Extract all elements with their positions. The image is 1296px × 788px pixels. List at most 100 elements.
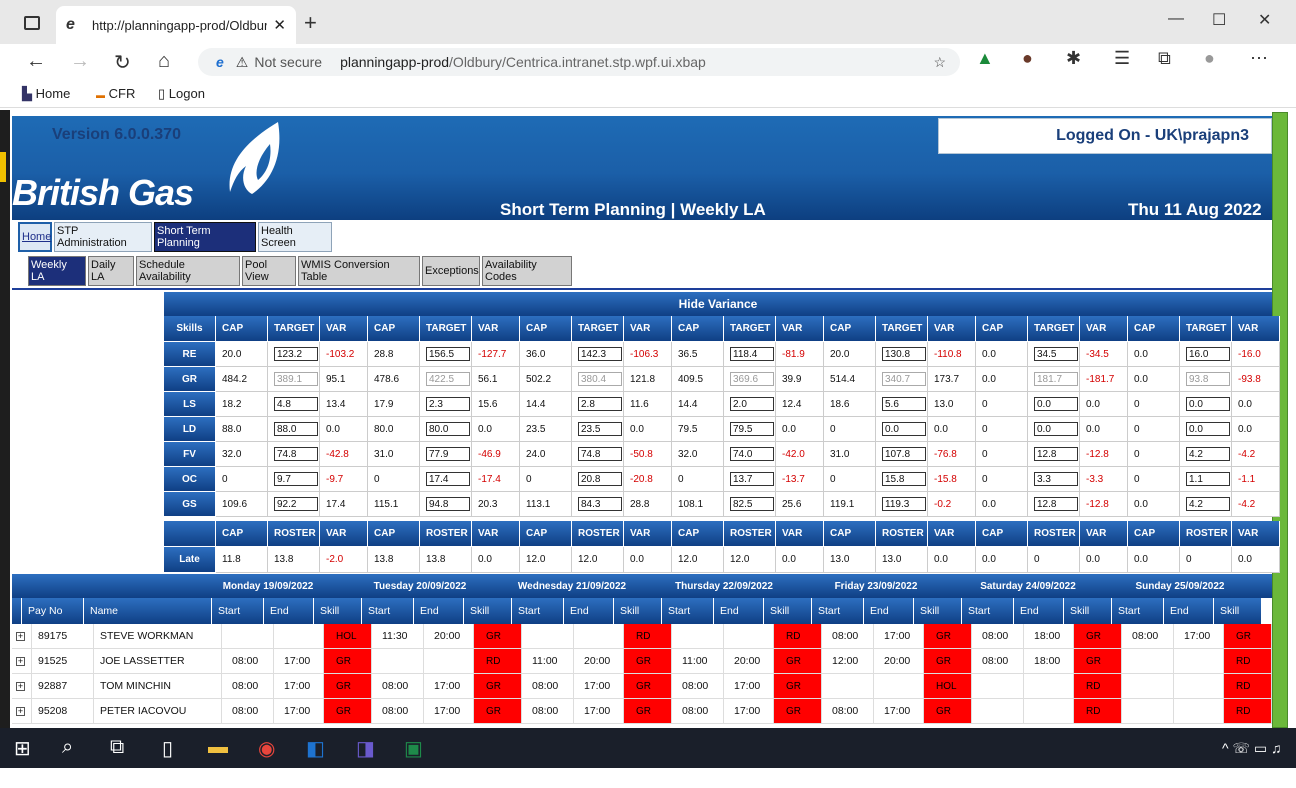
target-input[interactable]: 2.0 — [730, 397, 774, 411]
target-input[interactable]: 156.5 — [426, 347, 470, 361]
back-icon[interactable]: ← — [26, 50, 46, 73]
favorite-cfr[interactable]: ▬ CFR — [96, 86, 135, 101]
target-input[interactable]: 9.7 — [274, 472, 318, 486]
target-input[interactable]: 12.8 — [1034, 497, 1078, 511]
hide-variance-button[interactable]: Hide Variance — [164, 292, 1272, 316]
file-icon[interactable]: ▯ — [162, 736, 173, 761]
extensions-icon[interactable]: ✱ — [1066, 48, 1081, 69]
tab-close-button[interactable]: ✕ — [273, 16, 286, 34]
close-window-icon[interactable]: ✕ — [1258, 10, 1271, 30]
collections-icon[interactable]: ⧉ — [1158, 48, 1171, 69]
add-favorite-icon[interactable]: ☆ — [933, 54, 946, 71]
target-input[interactable]: 92.2 — [274, 497, 318, 511]
minimize-icon[interactable]: — — [1168, 10, 1184, 28]
target-input[interactable]: 4.2 — [1186, 497, 1230, 511]
maximize-icon[interactable]: ☐ — [1212, 10, 1226, 30]
target-input[interactable]: 15.8 — [882, 472, 926, 486]
system-tray-icons[interactable]: ^ ☏ ▭ ♫ — [1222, 740, 1281, 757]
target-input[interactable]: 1.1 — [1186, 472, 1230, 486]
target-input[interactable]: 2.8 — [578, 397, 622, 411]
target-input[interactable]: 3.3 — [1034, 472, 1078, 486]
target-input[interactable]: 79.5 — [730, 422, 774, 436]
target-input[interactable]: 5.6 — [882, 397, 926, 411]
url-bar[interactable]: e ⚠ Not secure planningapp-prod /Oldbury… — [198, 48, 960, 76]
target-input[interactable]: 119.3 — [882, 497, 926, 511]
refresh-icon[interactable]: ↻ — [114, 50, 131, 75]
target-input[interactable]: 142.3 — [578, 347, 622, 361]
target-input[interactable]: 82.5 — [730, 497, 774, 511]
target-input[interactable]: 4.2 — [1186, 447, 1230, 461]
target-input[interactable]: 94.8 — [426, 497, 470, 511]
task-view-icon[interactable]: ⧉ — [110, 736, 124, 759]
target-input[interactable]: 107.8 — [882, 447, 926, 461]
target-cell: 82.5 — [724, 492, 776, 517]
file-explorer-icon[interactable]: ▬ — [208, 736, 228, 759]
target-input[interactable]: 74.8 — [274, 447, 318, 461]
target-input[interactable]: 0.0 — [1186, 422, 1230, 436]
target-input[interactable]: 74.0 — [730, 447, 774, 461]
target-input[interactable]: 0.0 — [1186, 397, 1230, 411]
settings-menu-icon[interactable]: ⋯ — [1250, 48, 1268, 69]
schedule-row[interactable]: +92887 TOM MINCHIN 08:00 17:00 GR 08:00 17:00 G… — [12, 674, 1272, 699]
windows-start-icon[interactable]: ⊞ — [14, 736, 31, 761]
target-input[interactable]: 80.0 — [426, 422, 470, 436]
favorite-logon[interactable]: ▯ Logon — [158, 86, 205, 102]
schedule-row[interactable]: +95208 PETER IACOVOU 08:00 17:00 GR 08:00 17:0… — [12, 699, 1272, 724]
excel-icon[interactable]: ▣ — [404, 736, 423, 761]
target-input[interactable]: 118.4 — [730, 347, 774, 361]
favorite-home[interactable]: ▙ Home — [22, 86, 70, 102]
target-input[interactable]: 16.0 — [1186, 347, 1230, 361]
schedule-row[interactable]: +91525 JOE LASSETTER 08:00 17:00 GR RD 11:00 20… — [12, 649, 1272, 674]
tab-availability-codes[interactable]: Availability Codes — [482, 256, 572, 286]
target-input[interactable]: 88.0 — [274, 422, 318, 436]
favorites-icon[interactable]: ☰ — [1114, 48, 1130, 69]
home-icon[interactable]: ⌂ — [158, 50, 170, 73]
target-input[interactable]: 77.9 — [426, 447, 470, 461]
target-input[interactable]: 123.2 — [274, 347, 318, 361]
tab-wmis-conversion-table[interactable]: WMIS Conversion Table — [298, 256, 420, 286]
target-input[interactable]: 0.0 — [1034, 422, 1078, 436]
expand-plus-icon[interactable]: + — [16, 706, 25, 716]
chrome-icon[interactable]: ◉ — [258, 736, 275, 761]
new-tab-button[interactable]: + — [304, 10, 317, 36]
tab-weekly-la[interactable]: Weekly LA — [28, 256, 86, 286]
target-input[interactable]: 0.0 — [1034, 397, 1078, 411]
target-input[interactable]: 20.8 — [578, 472, 622, 486]
target-input[interactable]: 84.3 — [578, 497, 622, 511]
tab-daily-la[interactable]: Daily LA — [88, 256, 134, 286]
tab-exceptions[interactable]: Exceptions — [422, 256, 480, 286]
profile-avatar-icon[interactable]: ● — [1204, 48, 1215, 69]
target-input[interactable]: 4.8 — [274, 397, 318, 411]
browser-tab[interactable]: e http://planningapp-prod/Oldbur ✕ — [56, 6, 296, 44]
target-input[interactable]: 12.8 — [1034, 447, 1078, 461]
target-input[interactable]: 34.5 — [1034, 347, 1078, 361]
tab-schedule-availability[interactable]: Schedule Availability — [136, 256, 240, 286]
menu-home[interactable]: Home — [18, 222, 52, 252]
variance-header-row: Skills CAP TARGET VAR CAP TARGET VAR CAP TARGET V… — [164, 316, 1280, 342]
target-input[interactable]: 17.4 — [426, 472, 470, 486]
search-icon[interactable]: ⌕ — [62, 736, 73, 759]
menu-stp-administration[interactable]: STP Administration — [54, 222, 152, 252]
target-input[interactable]: 13.7 — [730, 472, 774, 486]
outlook-icon[interactable]: ◧ — [306, 736, 325, 761]
forward-icon[interactable]: → — [70, 50, 90, 73]
skill-cell: GR — [774, 649, 822, 673]
menu-health-screen[interactable]: Health Screen — [258, 222, 332, 252]
extension-a-icon[interactable]: ▲ — [976, 48, 994, 69]
target-input[interactable]: 23.5 — [578, 422, 622, 436]
target-input[interactable]: 130.8 — [882, 347, 926, 361]
expand-plus-icon[interactable]: + — [16, 681, 25, 691]
target-input[interactable]: 0.0 — [882, 422, 926, 436]
target-cell: 74.0 — [724, 442, 776, 467]
tab-actions-icon[interactable] — [24, 16, 40, 30]
schedule-row[interactable]: +89175 STEVE WORKMAN HOL 11:30 20:00 GR RD RD 08… — [12, 624, 1272, 649]
teams-icon[interactable]: ◨ — [356, 736, 375, 761]
expand-plus-icon[interactable]: + — [16, 656, 25, 666]
warning-icon: ⚠ — [235, 53, 249, 70]
target-input[interactable]: 2.3 — [426, 397, 470, 411]
profile-extension-icon[interactable]: ● — [1022, 48, 1033, 69]
target-input[interactable]: 74.8 — [578, 447, 622, 461]
expand-plus-icon[interactable]: + — [16, 631, 25, 641]
menu-short-term-planning[interactable]: Short Term Planning — [154, 222, 256, 252]
tab-pool-view[interactable]: Pool View — [242, 256, 296, 286]
